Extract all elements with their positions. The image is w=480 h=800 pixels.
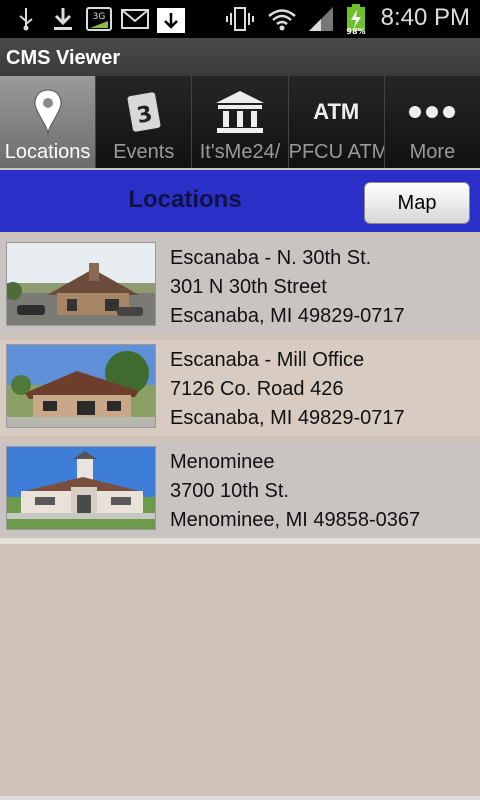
location-city: Menominee, MI 49858-0367	[170, 509, 421, 531]
bottom-divider	[0, 796, 480, 800]
download-notification-icon	[156, 6, 186, 33]
location-photo	[6, 242, 156, 326]
locations-list: Escanaba - N. 30th St. 301 N 30th Street…	[0, 232, 480, 544]
tab-label: It'sMe24/	[199, 141, 281, 163]
page-title: Locations	[128, 186, 242, 213]
email-icon	[120, 6, 150, 32]
bank-icon	[192, 84, 287, 140]
list-divider	[0, 538, 480, 544]
usb-icon	[14, 6, 38, 32]
location-name: Escanaba - N. 30th St.	[170, 247, 372, 269]
tab-label: PFCU ATM	[288, 141, 385, 163]
section-header: Locations Map	[0, 170, 480, 232]
more-dots-icon	[385, 84, 480, 140]
location-city: Escanaba, MI 49829-0717	[170, 305, 405, 327]
location-text: Escanaba - Mill Office 7126 Co. Road 426…	[170, 346, 405, 433]
calendar-icon: 3	[96, 84, 191, 140]
location-text: Menominee 3700 10th St. Menominee, MI 49…	[170, 448, 420, 535]
download-icon	[50, 6, 76, 32]
battery-percent: 98%	[346, 27, 366, 36]
location-pin-icon	[0, 84, 95, 140]
location-street: 7126 Co. Road 426	[170, 378, 344, 400]
tab-label: More	[409, 141, 456, 163]
signal-icon	[306, 6, 336, 32]
svg-text:3G: 3G	[93, 12, 106, 22]
clock: 8:40 PM	[380, 4, 470, 31]
location-street: 301 N 30th Street	[170, 276, 327, 298]
tab-pfcu-atm[interactable]: ATM PFCU ATM	[288, 76, 385, 168]
list-item[interactable]: Menominee 3700 10th St. Menominee, MI 49…	[0, 442, 480, 538]
location-street: 3700 10th St.	[170, 480, 289, 502]
app-title-bar: CMS Viewer	[0, 38, 480, 76]
tab-locations[interactable]: Locations	[0, 76, 97, 168]
atm-icon: ATM	[313, 99, 360, 124]
location-photo	[6, 446, 156, 530]
tab-events[interactable]: 3 Events	[96, 76, 193, 168]
tab-label: Events	[113, 141, 175, 163]
tab-itsme24[interactable]: It'sMe24/	[192, 76, 289, 168]
tab-more[interactable]: More	[384, 76, 480, 168]
status-bar: 3G 98% 8:40 PM	[0, 0, 480, 38]
wifi-icon	[266, 6, 298, 32]
location-city: Escanaba, MI 49829-0717	[170, 407, 405, 429]
app-title: CMS Viewer	[6, 47, 121, 69]
map-button[interactable]: Map	[364, 182, 470, 224]
location-text: Escanaba - N. 30th St. 301 N 30th Street…	[170, 244, 405, 331]
location-photo	[6, 344, 156, 428]
list-item[interactable]: Escanaba - N. 30th St. 301 N 30th Street…	[0, 238, 480, 334]
tab-label: Locations	[4, 141, 91, 163]
3g-data-icon: 3G	[86, 6, 112, 32]
vibrate-icon	[226, 6, 254, 32]
location-name: Escanaba - Mill Office	[170, 349, 365, 371]
tab-bar: Locations 3 Events It'sMe24/ ATM PFCU AT…	[0, 76, 480, 168]
location-name: Menominee	[170, 451, 275, 473]
list-item[interactable]: Escanaba - Mill Office 7126 Co. Road 426…	[0, 340, 480, 436]
